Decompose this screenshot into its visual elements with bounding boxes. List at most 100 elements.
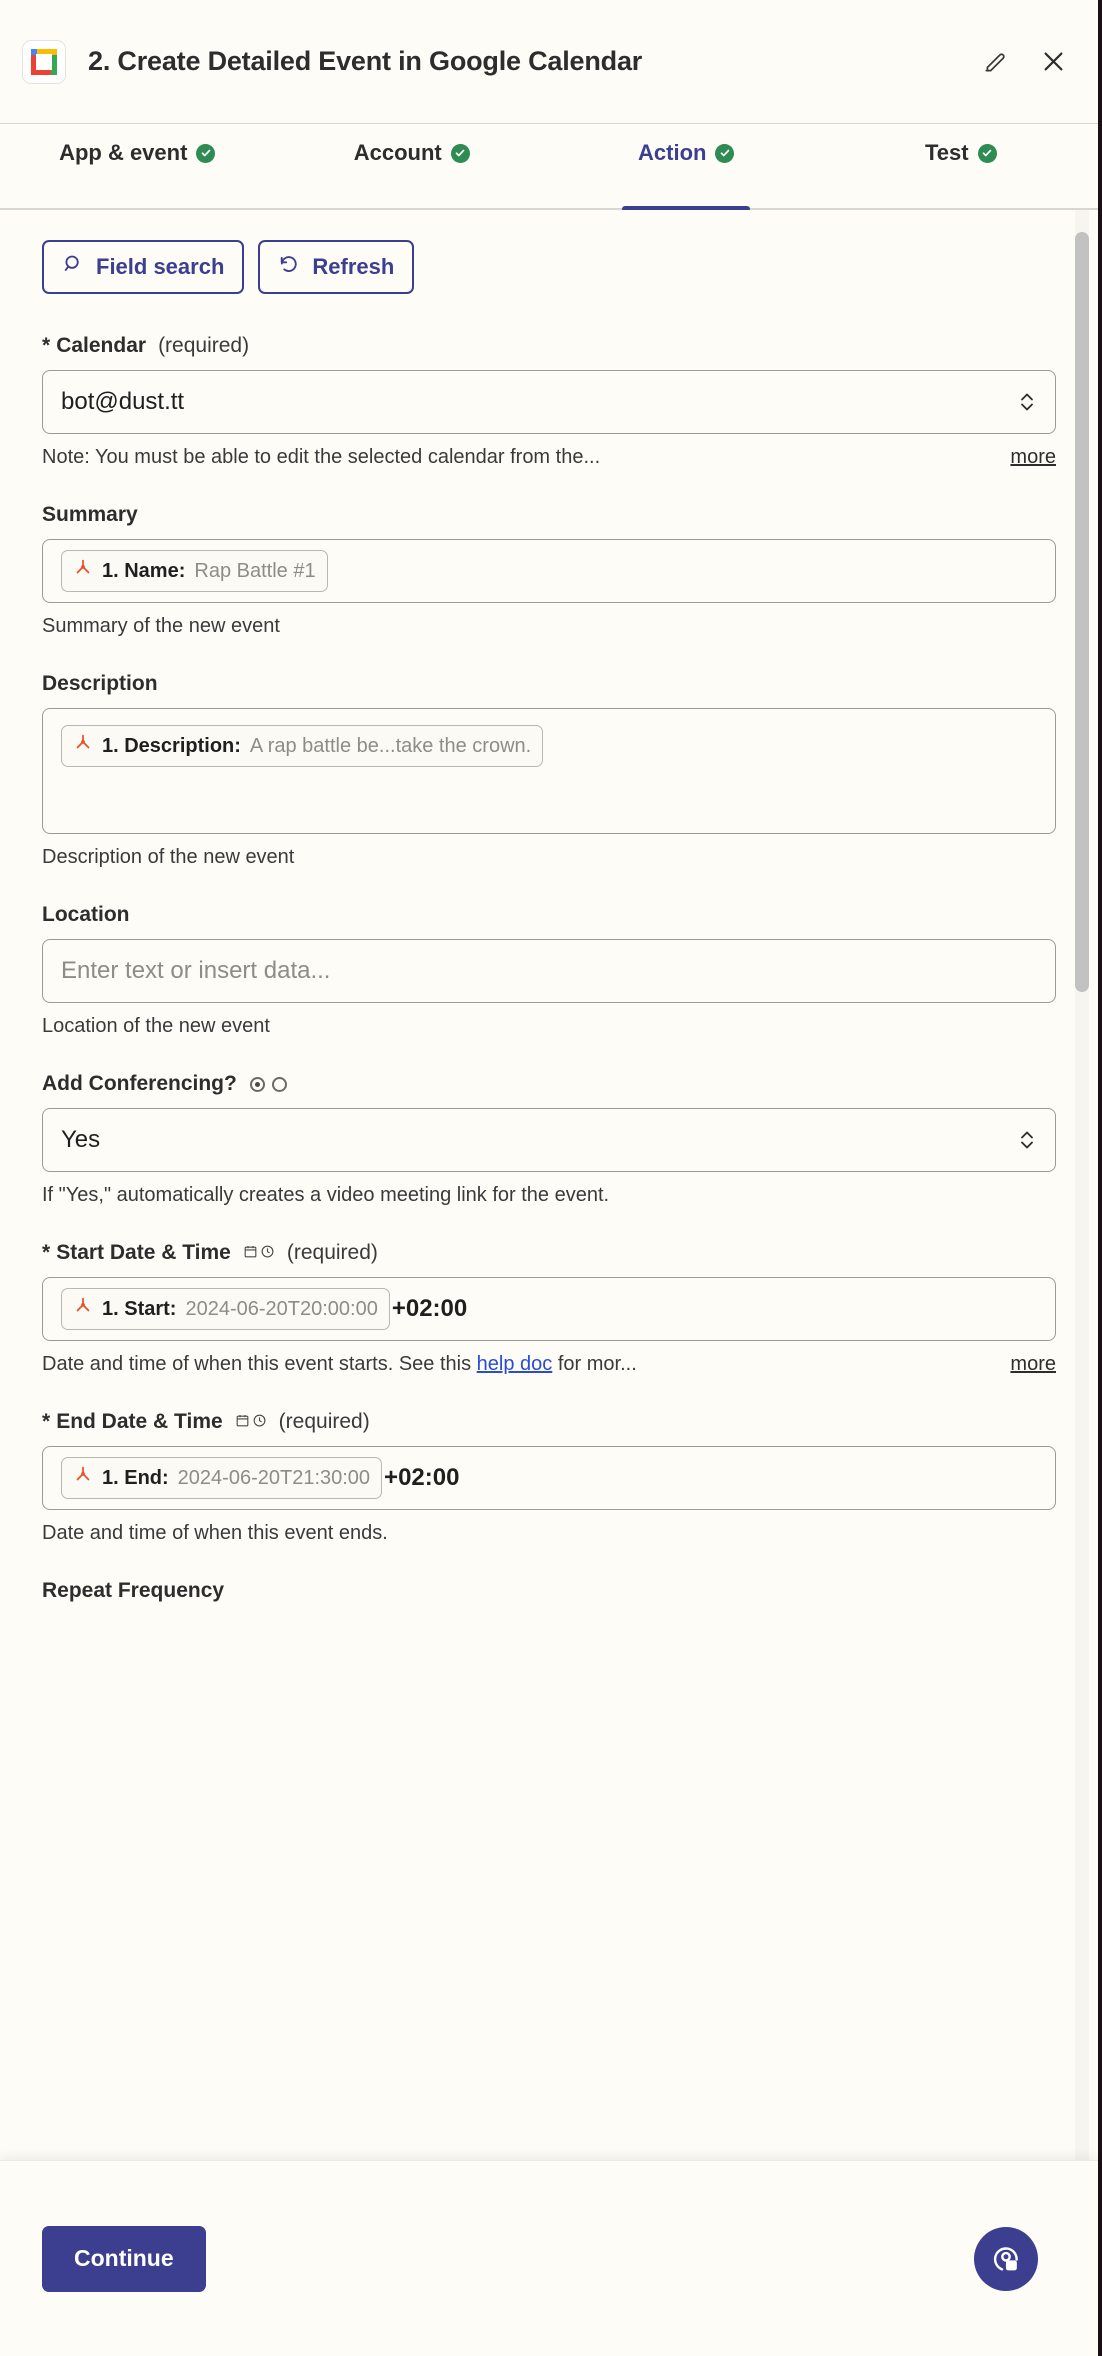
help-text: If "Yes," automatically creates a video … bbox=[42, 1184, 610, 1206]
field-location-help: Location of the new event bbox=[42, 1015, 1056, 1038]
refresh-button[interactable]: Refresh bbox=[258, 240, 415, 294]
field-add-conferencing-help: If "Yes," automatically creates a video … bbox=[42, 1184, 1056, 1207]
calendar-icon bbox=[235, 1413, 250, 1432]
date-time-icons bbox=[243, 1244, 275, 1263]
help-text: Summary of the new event bbox=[42, 615, 280, 637]
field-calendar-help: Note: You must be able to edit the selec… bbox=[42, 446, 1056, 469]
label-text: Location bbox=[42, 903, 130, 926]
conferencing-select[interactable]: Yes bbox=[42, 1108, 1056, 1172]
field-description: Description 1. Description: A rap battle… bbox=[42, 672, 1056, 869]
check-circle-icon bbox=[450, 143, 470, 163]
data-pill[interactable]: 1. End: 2024-06-20T21:30:00 bbox=[61, 1457, 383, 1499]
help-doc-link[interactable]: help doc bbox=[477, 1353, 553, 1375]
label-text: Calendar bbox=[56, 334, 147, 357]
field-location: Location Enter text or insert data... Lo… bbox=[42, 903, 1056, 1038]
zap-editor-panel: 2. Create Detailed Event in Google Calen… bbox=[0, 0, 1102, 2356]
tab-app-and-event[interactable]: App & event bbox=[0, 124, 275, 208]
clock-icon bbox=[260, 1244, 275, 1263]
pill-key: 1. End: bbox=[102, 1466, 169, 1489]
field-summary-label: Summary bbox=[42, 503, 1056, 527]
help-text: Description of the new event bbox=[42, 846, 295, 868]
chevron-updown-icon bbox=[1017, 389, 1037, 415]
field-repeat-frequency: Repeat Frequency bbox=[42, 1579, 1056, 1603]
pill-value: Rap Battle #1 bbox=[194, 559, 316, 582]
field-start-date-time: * Start Date & Time (required) 1. Start:… bbox=[42, 1241, 1056, 1376]
check-circle-icon bbox=[196, 143, 216, 163]
tab-label: App & event bbox=[59, 140, 188, 165]
help-text-after: for mor... bbox=[552, 1353, 637, 1375]
help-text: Location of the new event bbox=[42, 1015, 270, 1037]
conferencing-selected-value: Yes bbox=[61, 1126, 101, 1153]
refresh-icon bbox=[278, 253, 300, 281]
radio-option-1[interactable] bbox=[249, 1076, 265, 1092]
more-link[interactable]: more bbox=[1010, 446, 1056, 469]
vertical-scrollbar[interactable] bbox=[1075, 210, 1089, 2160]
chevron-updown-icon bbox=[1017, 1127, 1037, 1153]
pill-key: 1. Name: bbox=[102, 559, 186, 582]
form-toolbar: Field search Refresh bbox=[42, 240, 1056, 294]
description-input[interactable]: 1. Description: A rap battle be...take t… bbox=[42, 708, 1056, 834]
field-search-label: Field search bbox=[96, 254, 225, 279]
action-form-scroll-area[interactable]: Field search Refresh * Calendar (require… bbox=[0, 210, 1098, 2160]
field-summary-help: Summary of the new event bbox=[42, 615, 1056, 638]
required-asterisk: * bbox=[42, 1410, 51, 1433]
location-input[interactable]: Enter text or insert data... bbox=[42, 939, 1056, 1003]
calendar-icon bbox=[243, 1244, 258, 1263]
pencil-icon[interactable] bbox=[980, 47, 1010, 77]
end-timezone-offset: +02:00 bbox=[384, 1464, 460, 1491]
zapier-logo-icon bbox=[73, 558, 93, 584]
scrollbar-thumb[interactable] bbox=[1075, 232, 1089, 992]
data-pill[interactable]: 1. Start: 2024-06-20T20:00:00 bbox=[61, 1288, 390, 1330]
data-pill[interactable]: 1. Name: Rap Battle #1 bbox=[61, 550, 328, 592]
step-tabs: App & event Account Action Test bbox=[0, 124, 1098, 210]
more-link[interactable]: more bbox=[1010, 1353, 1056, 1376]
pill-value: 2024-06-20T21:30:00 bbox=[177, 1466, 371, 1489]
zapier-logo-icon bbox=[73, 1465, 93, 1491]
pill-value: 2024-06-20T20:00:00 bbox=[185, 1297, 378, 1320]
tab-label: Action bbox=[638, 140, 707, 165]
clock-icon bbox=[252, 1413, 267, 1432]
summary-input[interactable]: 1. Name: Rap Battle #1 bbox=[42, 539, 1056, 603]
google-calendar-icon bbox=[22, 39, 66, 84]
help-text: Date and time of when this event starts.… bbox=[42, 1353, 994, 1376]
conferencing-radio-group bbox=[249, 1076, 287, 1092]
tab-label: Test bbox=[924, 140, 969, 165]
tab-label: Account bbox=[353, 140, 442, 165]
field-description-help: Description of the new event bbox=[42, 846, 1056, 869]
check-circle-icon bbox=[715, 143, 735, 163]
continue-button[interactable]: Continue bbox=[42, 2225, 206, 2292]
tab-action[interactable]: Action bbox=[549, 124, 824, 208]
tab-test[interactable]: Test bbox=[824, 124, 1099, 208]
tab-account[interactable]: Account bbox=[275, 124, 550, 208]
field-location-label: Location bbox=[42, 903, 1056, 927]
field-add-conferencing: Add Conferencing? Yes If "Yes," automati… bbox=[42, 1072, 1056, 1207]
close-icon[interactable] bbox=[1038, 47, 1068, 77]
required-hint: (required) bbox=[158, 334, 250, 357]
support-chat-icon[interactable] bbox=[974, 2226, 1038, 2291]
date-time-icons bbox=[235, 1413, 267, 1432]
field-end-date-time-help: Date and time of when this event ends. bbox=[42, 1522, 1056, 1545]
field-description-label: Description bbox=[42, 672, 1056, 696]
radio-option-2[interactable] bbox=[271, 1076, 287, 1092]
end-date-time-input[interactable]: 1. End: 2024-06-20T21:30:00 +02:00 bbox=[42, 1446, 1056, 1510]
label-text: End Date & Time bbox=[56, 1410, 223, 1433]
pill-key: 1. Description: bbox=[102, 734, 241, 757]
search-icon bbox=[62, 253, 84, 281]
start-timezone-offset: +02:00 bbox=[391, 1295, 468, 1322]
zapier-logo-icon bbox=[73, 733, 93, 759]
field-add-conferencing-label: Add Conferencing? bbox=[42, 1072, 1056, 1096]
calendar-selected-value: bot@dust.tt bbox=[61, 388, 185, 415]
field-start-date-time-help: Date and time of when this event starts.… bbox=[42, 1353, 1056, 1376]
required-hint: (required) bbox=[286, 1241, 378, 1264]
refresh-label: Refresh bbox=[312, 254, 395, 279]
label-text: Add Conferencing? bbox=[42, 1072, 237, 1095]
calendar-select[interactable]: bot@dust.tt bbox=[42, 370, 1056, 434]
panel-footer: Continue bbox=[0, 2160, 1098, 2356]
required-asterisk: * bbox=[42, 1241, 51, 1264]
data-pill[interactable]: 1. Description: A rap battle be...take t… bbox=[61, 725, 544, 767]
help-text: Note: You must be able to edit the selec… bbox=[42, 446, 601, 468]
required-asterisk: * bbox=[42, 334, 51, 357]
check-circle-icon bbox=[977, 143, 997, 163]
start-date-time-input[interactable]: 1. Start: 2024-06-20T20:00:00 +02:00 bbox=[42, 1277, 1056, 1341]
field-search-button[interactable]: Field search bbox=[42, 240, 245, 294]
